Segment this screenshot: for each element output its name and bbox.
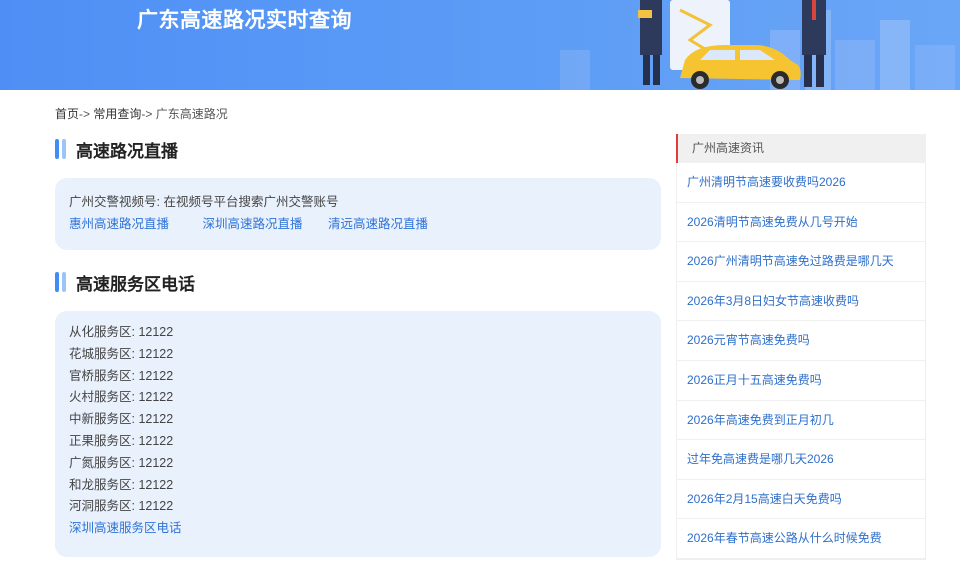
- list-item: 2026清明节高速免费从几号开始: [677, 203, 925, 243]
- live-card: 广州交警视频号: 在视频号平台搜索广州交警账号 惠州高速路况直播 深圳高速路况直…: [55, 178, 661, 250]
- section-title-live: 高速路况直播: [55, 138, 178, 161]
- breadcrumb-home[interactable]: 首页: [55, 107, 79, 121]
- service-card: 从化服务区: 12122 花城服务区: 12122 官桥服务区: 12122 火…: [55, 311, 661, 557]
- list-item: 2026年高速免费到正月初几: [677, 401, 925, 441]
- link-huizhou-live[interactable]: 惠州高速路况直播: [69, 217, 169, 231]
- news-link[interactable]: 2026元宵节高速免费吗: [687, 333, 810, 347]
- news-link[interactable]: 2026广州清明节高速免过路费是哪几天: [687, 254, 894, 268]
- page-title: 广东高速路况实时查询: [137, 9, 352, 32]
- news-link[interactable]: 2026正月十五高速免费吗: [687, 373, 822, 387]
- section-heading: 高速服务区电话: [76, 274, 195, 294]
- news-link[interactable]: 过年免高速费是哪几天2026: [687, 452, 834, 466]
- service-item: 花城服务区: 12122: [69, 346, 174, 361]
- breadcrumb-current: 广东高速路况: [155, 107, 228, 121]
- link-shenzhen-live[interactable]: 深圳高速路况直播: [203, 217, 303, 231]
- list-item: 过年免高速费是哪几天2026: [677, 440, 925, 480]
- section-marker-icon: [55, 139, 66, 159]
- list-item: 2026元宵节高速免费吗: [677, 321, 925, 361]
- service-item: 中新服务区: 12122: [69, 412, 174, 427]
- section-title-service: 高速服务区电话: [55, 271, 195, 294]
- news-link[interactable]: 2026年高速免费到正月初几: [687, 413, 834, 427]
- service-item: 河洞服务区: 12122: [69, 499, 174, 514]
- live-info: 广州交警视频号: 在视频号平台搜索广州交警账号: [69, 192, 647, 214]
- breadcrumb-separator: ->: [141, 107, 153, 121]
- news-link[interactable]: 2026年2月15高速白天免费吗: [687, 492, 842, 506]
- list-item: 广州清明节高速要收费吗2026: [677, 163, 925, 203]
- list-item: 2026年3月8日妇女节高速收费吗: [677, 282, 925, 322]
- sidebar-news: 广州高速资讯 广州清明节高速要收费吗2026 2026清明节高速免费从几号开始 …: [676, 134, 926, 560]
- service-item: 火村服务区: 12122: [69, 390, 174, 405]
- service-item: 和龙服务区: 12122: [69, 477, 174, 492]
- sidebar-title: 广州高速资讯: [676, 134, 926, 163]
- live-info-text: : 在视频号平台搜索广州交警账号: [156, 195, 339, 209]
- news-link[interactable]: 广州清明节高速要收费吗2026: [687, 175, 846, 189]
- section-heading: 高速路况直播: [76, 141, 178, 161]
- header-banner: 广东高速路况实时查询: [0, 0, 960, 90]
- service-item: 从化服务区: 12122: [69, 325, 174, 339]
- news-link[interactable]: 2026清明节高速免费从几号开始: [687, 215, 858, 229]
- live-links: 惠州高速路况直播 深圳高速路况直播 清远高速路况直播: [69, 214, 647, 236]
- list-item: 2026正月十五高速免费吗: [677, 361, 925, 401]
- section-marker-icon: [55, 272, 66, 292]
- list-item: 2026年2月15高速白天免费吗: [677, 480, 925, 520]
- list-item: 2026广州清明节高速免过路费是哪几天: [677, 242, 925, 282]
- breadcrumb-separator: ->: [79, 107, 91, 121]
- link-qingyuan-live[interactable]: 清远高速路况直播: [328, 217, 428, 231]
- service-item: 广氮服务区: 12122: [69, 455, 174, 470]
- breadcrumb: 首页-> 常用查询-> 广东高速路况: [55, 105, 228, 122]
- live-info-label: 广州交警视频号: [69, 195, 157, 209]
- list-item: 2026年春节高速公路从什么时候免费: [677, 519, 925, 559]
- breadcrumb-common-query[interactable]: 常用查询: [93, 107, 141, 121]
- service-item: 官桥服务区: 12122: [69, 368, 174, 383]
- news-link[interactable]: 2026年3月8日妇女节高速收费吗: [687, 294, 859, 308]
- link-shenzhen-service[interactable]: 深圳高速服务区电话: [69, 521, 182, 535]
- service-item: 正果服务区: 12122: [69, 433, 174, 448]
- sidebar-list: 广州清明节高速要收费吗2026 2026清明节高速免费从几号开始 2026广州清…: [676, 163, 926, 560]
- news-link[interactable]: 2026年春节高速公路从什么时候免费: [687, 531, 882, 545]
- banner-illustration: [560, 0, 955, 90]
